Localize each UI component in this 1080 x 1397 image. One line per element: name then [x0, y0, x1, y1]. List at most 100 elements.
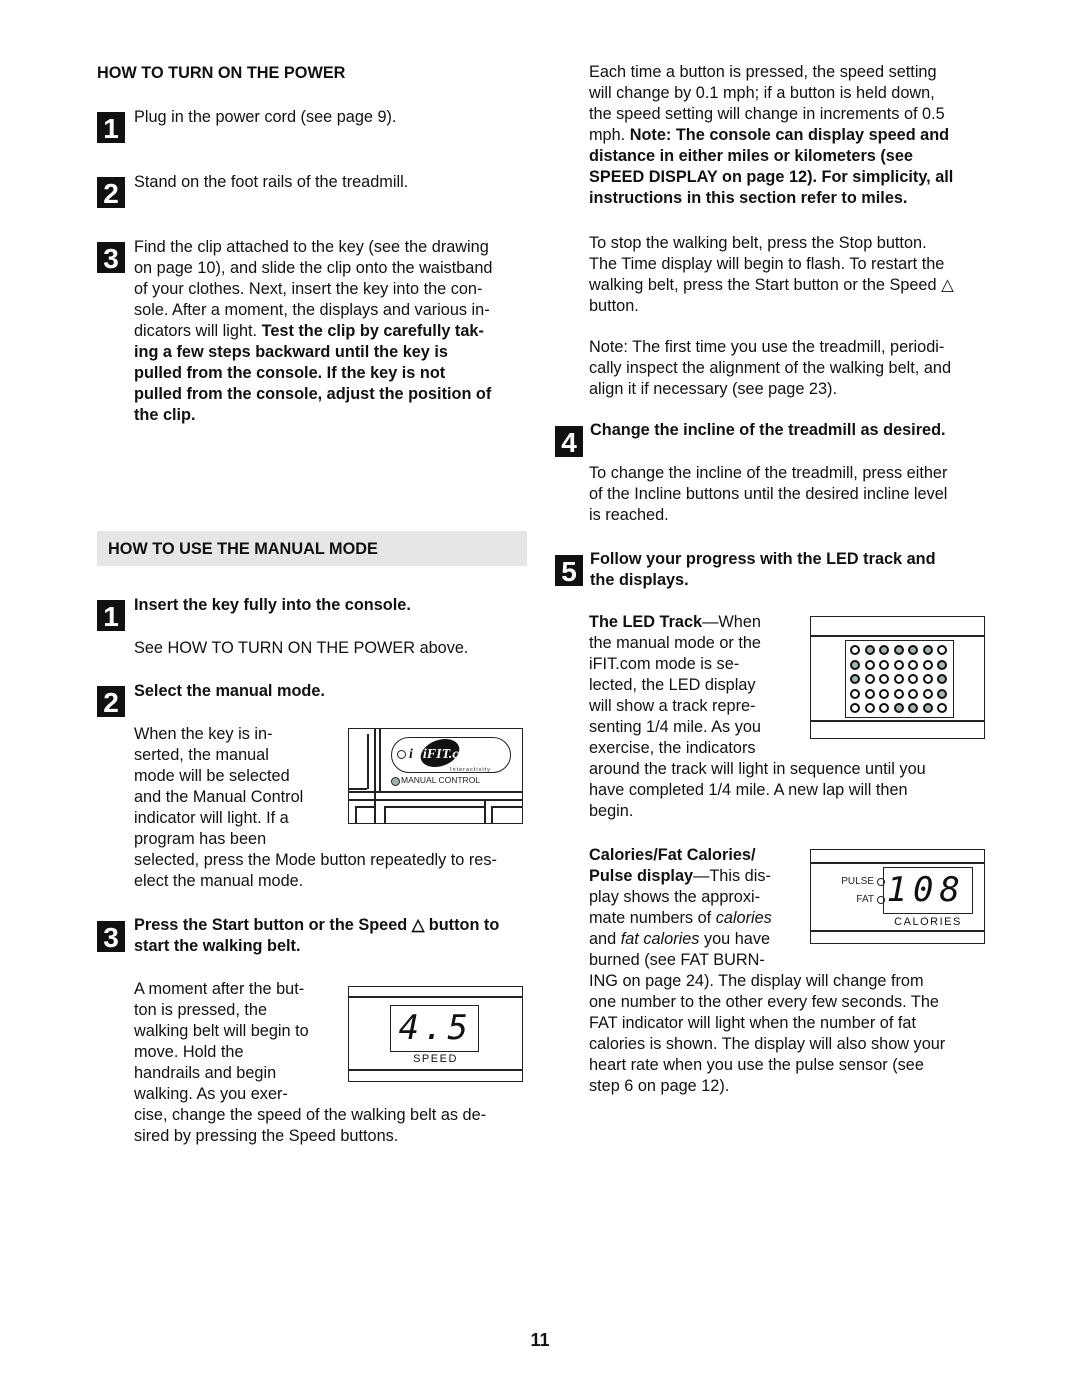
text-line: one number to the other every few second… — [589, 993, 939, 1011]
pulse-term: Pulse display — [589, 867, 694, 885]
speed-increment-paragraph: Each time a button is pressed, the speed… — [589, 62, 1009, 209]
manual-control-figure: i iFIT.com Interactivity MANUAL CONTROL — [348, 728, 523, 824]
step-number-badge: 1 — [97, 112, 125, 143]
text-line: dicators will light. Test the clip by ca… — [134, 321, 492, 342]
text-line: elect the manual mode. — [134, 872, 304, 890]
stop-belt-paragraph: To stop the walking belt, press the Stop… — [589, 233, 1009, 317]
led-indicator-unlit — [893, 659, 904, 670]
text-line: Follow your progress with the LED track … — [590, 550, 936, 568]
text-line: the speed setting will change in increme… — [589, 105, 945, 123]
text-span: —When — [702, 613, 761, 631]
ifit-indicator-icon — [397, 750, 406, 759]
text-line: sole. After a moment, the displays and v… — [134, 301, 490, 319]
led-indicator-unlit — [922, 674, 933, 684]
led-indicator-unlit — [922, 659, 933, 670]
led-indicator-unlit — [864, 688, 875, 699]
led-indicator-unlit — [893, 674, 904, 684]
calories-readout-window: 108 — [883, 867, 973, 914]
text-line: selected, press the Mode button repeated… — [134, 851, 497, 869]
note-text: instructions in this section refer to mi… — [589, 189, 908, 207]
text-line: of your clothes. Next, insert the key in… — [134, 280, 483, 298]
warning-text: ing a few steps backward until the key i… — [134, 343, 448, 361]
warning-text: Test the clip by carefully tak- — [261, 322, 484, 340]
step-4-title: Change the incline of the treadmill as d… — [590, 421, 946, 439]
text-line: Find the clip attached to the key (see t… — [134, 238, 489, 256]
text-line: burned (see FAT BURN- — [589, 951, 765, 969]
led-indicator-lit — [937, 674, 947, 684]
text-line: start the walking belt. — [134, 937, 301, 955]
manual-step-2-title: Select the manual mode. — [134, 682, 325, 700]
text-line: cise, change the speed of the walking be… — [134, 1106, 487, 1124]
text-span: —This dis- — [693, 867, 771, 885]
text-line: walking belt, press the Start button or … — [589, 276, 954, 294]
text-span: calories — [715, 909, 772, 927]
text-line: mph. Note: The console can display speed… — [589, 125, 1009, 146]
power-step-3-text: Find the clip attached to the key (see t… — [134, 237, 492, 426]
led-indicator-unlit — [879, 659, 889, 670]
text-line: will change by 0.1 mph; if a button is h… — [589, 84, 935, 102]
manual-mode-heading-bar: HOW TO USE THE MANUAL MODE — [97, 531, 527, 566]
speed-readout-window: 4.5 — [390, 1005, 479, 1052]
text-span: mate numbers of — [589, 909, 716, 927]
led-indicator-unlit — [864, 659, 875, 670]
alignment-note-paragraph: Note: The first time you use the treadmi… — [589, 337, 1009, 400]
text-line: program has been — [134, 830, 267, 848]
text-span: dicators will light. — [134, 322, 262, 340]
text-line: cally inspect the alignment of the walki… — [589, 359, 952, 377]
text-span: you have — [699, 930, 771, 948]
text-line: walking. As you exer- — [134, 1085, 288, 1103]
step-number-badge: 4 — [555, 426, 583, 457]
text-line: The Time display will begin to flash. To… — [589, 255, 945, 273]
text-span: and — [589, 930, 621, 948]
led-indicator-unlit — [922, 688, 933, 699]
text-line: have completed 1/4 mile. A new lap will … — [589, 781, 908, 799]
power-step-1-text: Plug in the power cord (see page 9). — [134, 108, 397, 126]
led-indicator-lit — [850, 674, 860, 684]
text-line: step 6 on page 12). — [589, 1077, 730, 1095]
text-line: heart rate when you use the pulse sensor… — [589, 1056, 924, 1074]
note-text: distance in either miles or kilometers (… — [589, 147, 913, 165]
text-line: calories is shown. The display will also… — [589, 1035, 946, 1053]
text-line: is reached. — [589, 506, 669, 524]
pulse-indicator-label: PULSE — [841, 876, 874, 887]
calories-readout-value: 108 — [886, 870, 966, 910]
speed-readout-value: 4.5 — [398, 1008, 472, 1048]
text-line: sired by pressing the Speed buttons. — [134, 1127, 399, 1145]
text-line: Note: The first time you use the treadmi… — [589, 338, 945, 356]
note-text: SPEED DISPLAY on page 12). For simplicit… — [589, 168, 954, 186]
led-indicator-unlit — [908, 688, 918, 699]
text-span: fat calories — [620, 930, 700, 948]
led-indicator-unlit — [850, 703, 860, 713]
led-indicator-lit — [893, 645, 904, 655]
text-line: Press the Start button or the Speed △ bu… — [134, 916, 500, 934]
text-line: ING on page 24). The display will change… — [589, 972, 924, 990]
text-line: on page 10), and slide the clip onto the… — [134, 259, 493, 277]
led-indicator-lit — [908, 703, 918, 713]
step-number-badge: 2 — [97, 686, 125, 717]
led-indicator-unlit — [879, 688, 889, 699]
led-track-grid — [845, 640, 954, 718]
text-line: Each time a button is pressed, the speed… — [589, 63, 937, 81]
led-indicator-unlit — [850, 645, 860, 655]
manual-mode-heading: HOW TO USE THE MANUAL MODE — [108, 540, 378, 558]
text-line: FAT indicator will light when the number… — [589, 1014, 916, 1032]
text-line: of the Incline buttons until the desired… — [589, 485, 948, 503]
note-text: Note: The console can display speed and — [629, 126, 950, 144]
led-indicator-unlit — [893, 688, 904, 699]
text-span: mph. — [589, 126, 630, 144]
manual-step-3-title: Press the Start button or the Speed △ bu… — [134, 915, 499, 957]
step-number-badge: 1 — [97, 600, 125, 631]
warning-text: pulled from the console, adjust the posi… — [134, 385, 492, 403]
led-indicator-lit — [850, 659, 860, 670]
led-indicator-unlit — [850, 688, 860, 699]
led-indicator-unlit — [864, 674, 875, 684]
text-line: exercise, the indicators — [589, 739, 756, 757]
step-4-body: To change the incline of the treadmill, … — [589, 463, 1009, 526]
led-indicator-lit — [893, 703, 904, 713]
text-line: button. — [589, 297, 639, 315]
led-indicator-lit — [922, 645, 933, 655]
warning-text: pulled from the console. If the key is n… — [134, 364, 446, 382]
led-indicator-unlit — [879, 674, 889, 684]
power-step-2-text: Stand on the foot rails of the treadmill… — [134, 173, 409, 191]
led-indicator-lit — [922, 703, 933, 713]
